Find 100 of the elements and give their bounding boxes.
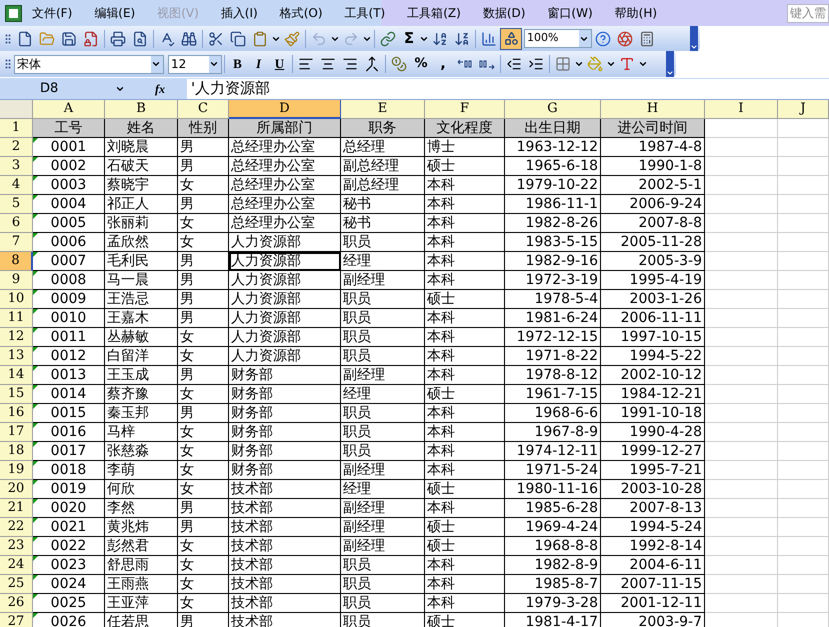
table-cell[interactable]: 0020 <box>33 499 105 518</box>
row-header[interactable]: 16 <box>0 404 33 423</box>
toolbar-options-icon[interactable] <box>690 26 698 51</box>
table-cell[interactable]: 财务部 <box>229 404 341 423</box>
name-box[interactable]: D8 <box>0 80 133 98</box>
drawing-toggle-icon[interactable] <box>500 28 522 50</box>
table-cell[interactable]: 人力资源部 <box>229 309 341 328</box>
table-cell[interactable]: 1968-6-6 <box>505 404 601 423</box>
table-cell[interactable]: 2001-12-11 <box>601 594 705 613</box>
table-cell[interactable]: 硕士 <box>425 290 505 309</box>
table-cell[interactable]: 副总经理 <box>341 176 425 195</box>
row-header[interactable]: 18 <box>0 442 33 461</box>
empty-cell[interactable] <box>778 499 829 518</box>
table-cell[interactable]: 0022 <box>33 537 105 556</box>
empty-cell[interactable] <box>778 195 829 214</box>
table-cell[interactable]: 李萌 <box>105 461 178 480</box>
empty-cell[interactable] <box>778 480 829 499</box>
empty-cell[interactable] <box>778 233 829 252</box>
menu-item[interactable]: 编辑(E) <box>94 4 136 22</box>
autosum-button[interactable]: Σ <box>399 27 419 50</box>
table-cell[interactable]: 本科 <box>425 442 505 461</box>
table-cell[interactable]: 职员 <box>341 442 425 461</box>
table-cell[interactable]: 0009 <box>33 290 105 309</box>
table-cell[interactable]: 1995-7-21 <box>601 461 705 480</box>
table-cell[interactable]: 本科 <box>425 328 505 347</box>
table-cell[interactable]: 职员 <box>341 233 425 252</box>
table-cell[interactable]: 1985-6-28 <box>505 499 601 518</box>
column-header[interactable]: I <box>705 100 778 119</box>
table-cell[interactable]: 1990-4-28 <box>601 423 705 442</box>
table-cell[interactable]: 女 <box>178 594 229 613</box>
table-cell[interactable]: 1983-5-15 <box>505 233 601 252</box>
table-cell[interactable]: 1992-8-14 <box>601 537 705 556</box>
table-cell[interactable]: 副经理 <box>341 271 425 290</box>
empty-cell[interactable] <box>778 404 829 423</box>
table-cell[interactable]: 黄兆炜 <box>105 518 178 537</box>
table-cell[interactable]: 总经理办公室 <box>229 157 341 176</box>
table-cell[interactable]: 副经理 <box>341 499 425 518</box>
row-header[interactable]: 25 <box>0 575 33 594</box>
comma-button[interactable]: , <box>432 54 454 74</box>
table-cell[interactable]: 0024 <box>33 575 105 594</box>
table-cell[interactable]: 本科 <box>425 347 505 366</box>
table-cell[interactable]: 0008 <box>33 271 105 290</box>
menu-item[interactable]: 数据(D) <box>482 4 526 22</box>
table-cell[interactable]: 彭然君 <box>105 537 178 556</box>
column-header[interactable]: B <box>105 100 178 119</box>
table-cell[interactable]: 秘书 <box>341 214 425 233</box>
empty-cell[interactable] <box>705 214 778 233</box>
table-cell[interactable]: 女 <box>178 423 229 442</box>
table-cell[interactable]: 0026 <box>33 613 105 627</box>
empty-cell[interactable] <box>778 442 829 461</box>
table-cell[interactable]: 0018 <box>33 461 105 480</box>
table-cell[interactable]: 副经理 <box>341 461 425 480</box>
table-cell[interactable]: 李然 <box>105 499 178 518</box>
table-cell[interactable]: 张丽莉 <box>105 214 178 233</box>
table-cell[interactable]: 1972-3-19 <box>505 271 601 290</box>
column-header[interactable]: F <box>425 100 505 119</box>
table-cell[interactable]: 2007-8-13 <box>601 499 705 518</box>
table-cell[interactable]: 1995-4-19 <box>601 271 705 290</box>
table-cell[interactable]: 1961-7-15 <box>505 385 601 404</box>
table-cell[interactable]: 男 <box>178 271 229 290</box>
font-style-button[interactable]: U <box>269 54 290 74</box>
table-cell[interactable]: 技术部 <box>229 575 341 594</box>
table-cell[interactable]: 2005-3-9 <box>601 252 705 271</box>
toolbar-options-icon[interactable] <box>666 51 674 77</box>
row-header[interactable]: 13 <box>0 347 33 366</box>
empty-cell[interactable] <box>778 594 829 613</box>
table-cell[interactable]: 女 <box>178 233 229 252</box>
menu-item[interactable]: 窗口(W) <box>547 4 593 22</box>
empty-cell[interactable] <box>705 252 778 271</box>
row-header[interactable]: 1 <box>0 119 33 138</box>
table-cell[interactable]: 男 <box>178 613 229 627</box>
table-cell[interactable]: 0017 <box>33 442 105 461</box>
table-cell[interactable]: 本科 <box>425 309 505 328</box>
row-header[interactable]: 7 <box>0 233 33 252</box>
table-cell[interactable]: 1965-6-18 <box>505 157 601 176</box>
table-cell[interactable]: 马一晨 <box>105 271 178 290</box>
table-cell[interactable]: 2003-10-28 <box>601 480 705 499</box>
table-cell[interactable]: 人力资源部 <box>229 252 341 271</box>
empty-cell[interactable] <box>705 195 778 214</box>
table-cell[interactable]: 职员 <box>341 328 425 347</box>
table-cell[interactable]: 男 <box>178 309 229 328</box>
fill-caret-icon[interactable] <box>606 59 616 69</box>
empty-cell[interactable] <box>778 461 829 480</box>
table-cell[interactable]: 1994-5-24 <box>601 518 705 537</box>
table-cell[interactable]: 1982-8-9 <box>505 556 601 575</box>
font-style-button[interactable]: B <box>227 54 248 74</box>
table-cell[interactable]: 1990-1-8 <box>601 157 705 176</box>
column-title-cell[interactable]: 性别 <box>178 119 229 138</box>
table-cell[interactable]: 2002-5-1 <box>601 176 705 195</box>
table-cell[interactable]: 1974-12-11 <box>505 442 601 461</box>
table-cell[interactable]: 1972-12-15 <box>505 328 601 347</box>
table-cell[interactable]: 技术部 <box>229 499 341 518</box>
table-cell[interactable]: 王雨燕 <box>105 575 178 594</box>
table-cell[interactable]: 博士 <box>425 138 505 157</box>
borders-caret-icon[interactable] <box>574 59 584 69</box>
table-cell[interactable]: 0023 <box>33 556 105 575</box>
empty-cell[interactable] <box>705 233 778 252</box>
percent-button[interactable]: % <box>410 54 432 74</box>
table-cell[interactable]: 0015 <box>33 404 105 423</box>
empty-cell[interactable] <box>705 556 778 575</box>
